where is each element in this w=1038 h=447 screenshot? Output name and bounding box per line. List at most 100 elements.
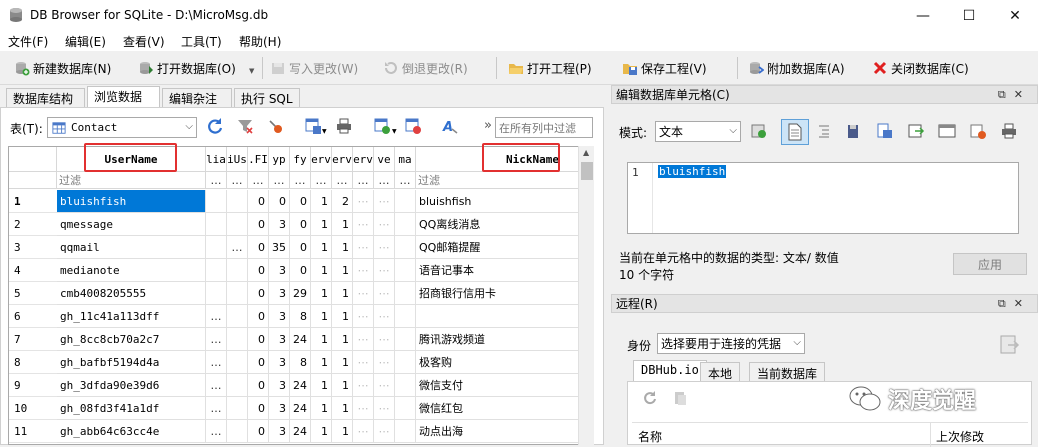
cell[interactable]: … bbox=[206, 374, 227, 397]
row-header[interactable]: 1 bbox=[9, 190, 57, 213]
delete-record-icon[interactable] bbox=[404, 117, 422, 135]
cell[interactable]: ⋯ bbox=[374, 397, 395, 420]
save-project-button[interactable]: 保存工程(V) bbox=[622, 56, 707, 80]
cell[interactable] bbox=[227, 282, 248, 305]
cell[interactable]: 3 bbox=[269, 351, 290, 374]
cell[interactable]: 0 bbox=[269, 190, 290, 213]
attach-database-button[interactable]: 附加数据库(A) bbox=[748, 56, 845, 80]
grid-vertical-scrollbar[interactable]: ▲ bbox=[578, 146, 594, 445]
filter-input[interactable]: … bbox=[374, 172, 395, 189]
nickname-cell[interactable]: QQ邮箱提醒 bbox=[416, 236, 580, 259]
cell[interactable]: ⋯ bbox=[353, 190, 374, 213]
row-header[interactable]: 10 bbox=[9, 397, 57, 420]
nickname-cell[interactable]: QQ离线消息 bbox=[416, 213, 580, 236]
insert-record-icon[interactable] bbox=[373, 117, 391, 135]
column-header[interactable]: yp bbox=[269, 147, 290, 172]
cell[interactable]: ⋯ bbox=[353, 305, 374, 328]
nickname-cell[interactable]: 腾讯游戏频道 bbox=[416, 328, 580, 351]
row-header[interactable]: 7 bbox=[9, 328, 57, 351]
scroll-up-icon[interactable]: ▲ bbox=[583, 148, 589, 157]
refresh-icon[interactable] bbox=[642, 390, 658, 406]
cell[interactable] bbox=[395, 259, 416, 282]
cell[interactable]: ⋯ bbox=[353, 328, 374, 351]
cell[interactable] bbox=[395, 282, 416, 305]
open-project-button[interactable]: 打开工程(P) bbox=[508, 56, 592, 80]
toolbar-overflow-button[interactable]: » bbox=[484, 118, 492, 133]
cell[interactable]: 29 bbox=[290, 282, 311, 305]
cell[interactable] bbox=[206, 282, 227, 305]
nickname-cell[interactable]: 动点出海 bbox=[416, 420, 580, 443]
cell[interactable]: ⋯ bbox=[374, 351, 395, 374]
row-header[interactable]: 9 bbox=[9, 374, 57, 397]
column-header[interactable]: fy bbox=[290, 147, 311, 172]
column-header[interactable]: erv bbox=[332, 147, 353, 172]
sort-clear-icon[interactable] bbox=[266, 117, 284, 135]
null-button[interactable] bbox=[967, 120, 989, 142]
cell[interactable]: 3 bbox=[269, 374, 290, 397]
filter-input[interactable]: … bbox=[248, 172, 269, 189]
username-cell[interactable]: gh_bafbf5194d4a bbox=[57, 351, 206, 374]
clear-filters-icon[interactable] bbox=[236, 117, 254, 135]
cell[interactable]: 3 bbox=[269, 328, 290, 351]
table-selector[interactable]: Contact ⌵ bbox=[47, 117, 197, 138]
cell[interactable]: 1 bbox=[332, 420, 353, 443]
cell[interactable]: 24 bbox=[290, 420, 311, 443]
row-header[interactable]: 6 bbox=[9, 305, 57, 328]
cell[interactable] bbox=[395, 397, 416, 420]
nickname-cell[interactable]: 语音记事本 bbox=[416, 259, 580, 282]
cell[interactable]: 0 bbox=[248, 351, 269, 374]
remote-connect-icon[interactable] bbox=[998, 334, 1020, 356]
filter-input[interactable]: … bbox=[227, 172, 248, 189]
cell[interactable]: ⋯ bbox=[374, 305, 395, 328]
word-wrap-button[interactable] bbox=[781, 119, 809, 145]
cell[interactable]: ⋯ bbox=[374, 282, 395, 305]
close-database-button[interactable]: 关闭数据库(C) bbox=[872, 56, 969, 80]
tab-database-structure[interactable]: 数据库结构 bbox=[6, 88, 85, 107]
filter-input[interactable]: … bbox=[311, 172, 332, 189]
cell[interactable]: 3 bbox=[269, 397, 290, 420]
cell[interactable]: 0 bbox=[248, 305, 269, 328]
cell[interactable]: 0 bbox=[248, 236, 269, 259]
cell[interactable]: 1 bbox=[332, 259, 353, 282]
username-cell[interactable]: gh_8cc8cb70a2c7 bbox=[57, 328, 206, 351]
cell[interactable]: ⋯ bbox=[374, 190, 395, 213]
tab-edit-pragmas[interactable]: 编辑杂注 bbox=[162, 88, 232, 107]
tab-current-database[interactable]: 当前数据库 bbox=[749, 362, 826, 382]
cell[interactable] bbox=[206, 190, 227, 213]
apply-button[interactable]: 应用 bbox=[953, 253, 1027, 275]
cell[interactable] bbox=[227, 328, 248, 351]
username-cell[interactable]: cmb4008205555 bbox=[57, 282, 206, 305]
username-cell[interactable]: medianote bbox=[57, 259, 206, 282]
filter-input[interactable]: … bbox=[395, 172, 416, 189]
row-header[interactable]: 3 bbox=[9, 236, 57, 259]
nickname-cell[interactable]: 微信红包 bbox=[416, 397, 580, 420]
tab-dbhub[interactable]: DBHub.io bbox=[633, 360, 707, 382]
menu-view[interactable]: 查看(V) bbox=[123, 33, 165, 50]
cell[interactable]: … bbox=[206, 351, 227, 374]
cell[interactable]: 1 bbox=[332, 374, 353, 397]
cell[interactable]: 0 bbox=[248, 397, 269, 420]
cell[interactable]: 24 bbox=[290, 328, 311, 351]
auto-switch-mode-button[interactable] bbox=[748, 120, 770, 142]
column-header[interactable]: erv bbox=[353, 147, 374, 172]
identity-selector[interactable]: 选择要用于连接的凭据 ⌵ bbox=[657, 333, 805, 354]
cell[interactable] bbox=[206, 236, 227, 259]
row-header[interactable]: 11 bbox=[9, 420, 57, 443]
cell[interactable] bbox=[227, 351, 248, 374]
cell[interactable] bbox=[206, 213, 227, 236]
save-table-dropdown-icon[interactable]: ▼ bbox=[322, 128, 327, 135]
cell[interactable]: 0 bbox=[248, 213, 269, 236]
filter-input[interactable]: … bbox=[206, 172, 227, 189]
cell[interactable] bbox=[227, 259, 248, 282]
cell[interactable] bbox=[395, 213, 416, 236]
cell[interactable] bbox=[395, 374, 416, 397]
cell[interactable] bbox=[227, 397, 248, 420]
cell[interactable]: 24 bbox=[290, 374, 311, 397]
cell[interactable]: 1 bbox=[311, 259, 332, 282]
cell-editor-textarea[interactable]: 1 bluishfish bbox=[627, 162, 1019, 234]
cell[interactable] bbox=[227, 213, 248, 236]
filter-input[interactable]: … bbox=[332, 172, 353, 189]
cell[interactable]: ⋯ bbox=[353, 259, 374, 282]
cell[interactable]: 3 bbox=[269, 282, 290, 305]
tab-local[interactable]: 本地 bbox=[700, 362, 741, 382]
